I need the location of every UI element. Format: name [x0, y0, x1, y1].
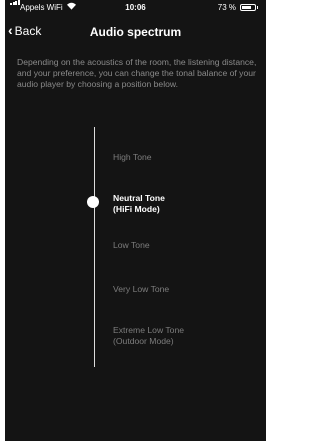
option-sublabel: (Outdoor Mode) — [113, 336, 174, 346]
option-neutral-tone[interactable]: Neutral Tone (HiFi Mode) — [113, 193, 165, 215]
option-label: Neutral Tone — [113, 193, 165, 203]
page-title: Audio spectrum — [89, 25, 182, 39]
intro-text: Depending on the acoustics of the room, … — [17, 57, 257, 89]
option-sublabel: (HiFi Mode) — [113, 204, 160, 214]
battery-icon — [240, 4, 258, 11]
option-high-tone[interactable]: High Tone — [113, 152, 152, 163]
battery-level-fill — [242, 6, 251, 9]
status-bar: Appels WiFi 10:06 73 % — [5, 0, 266, 16]
option-very-low-tone[interactable]: Very Low Tone — [113, 284, 169, 295]
option-label: Low Tone — [113, 240, 150, 250]
tone-slider-knob[interactable] — [87, 196, 99, 208]
option-low-tone[interactable]: Low Tone — [113, 240, 150, 251]
option-label: High Tone — [113, 152, 152, 162]
battery-percentage: 73 % — [217, 3, 236, 12]
screen: Appels WiFi 10:06 73 % ‹ Back Audio spect… — [5, 0, 266, 441]
option-label: Very Low Tone — [113, 284, 170, 294]
option-label: Extreme Low Tone — [113, 325, 185, 335]
navigation-bar: ‹ Back Audio spectrum — [5, 16, 266, 46]
option-extreme-low-tone[interactable]: Extreme Low Tone (Outdoor Mode) — [113, 325, 184, 347]
tone-slider-track[interactable] — [94, 127, 95, 367]
